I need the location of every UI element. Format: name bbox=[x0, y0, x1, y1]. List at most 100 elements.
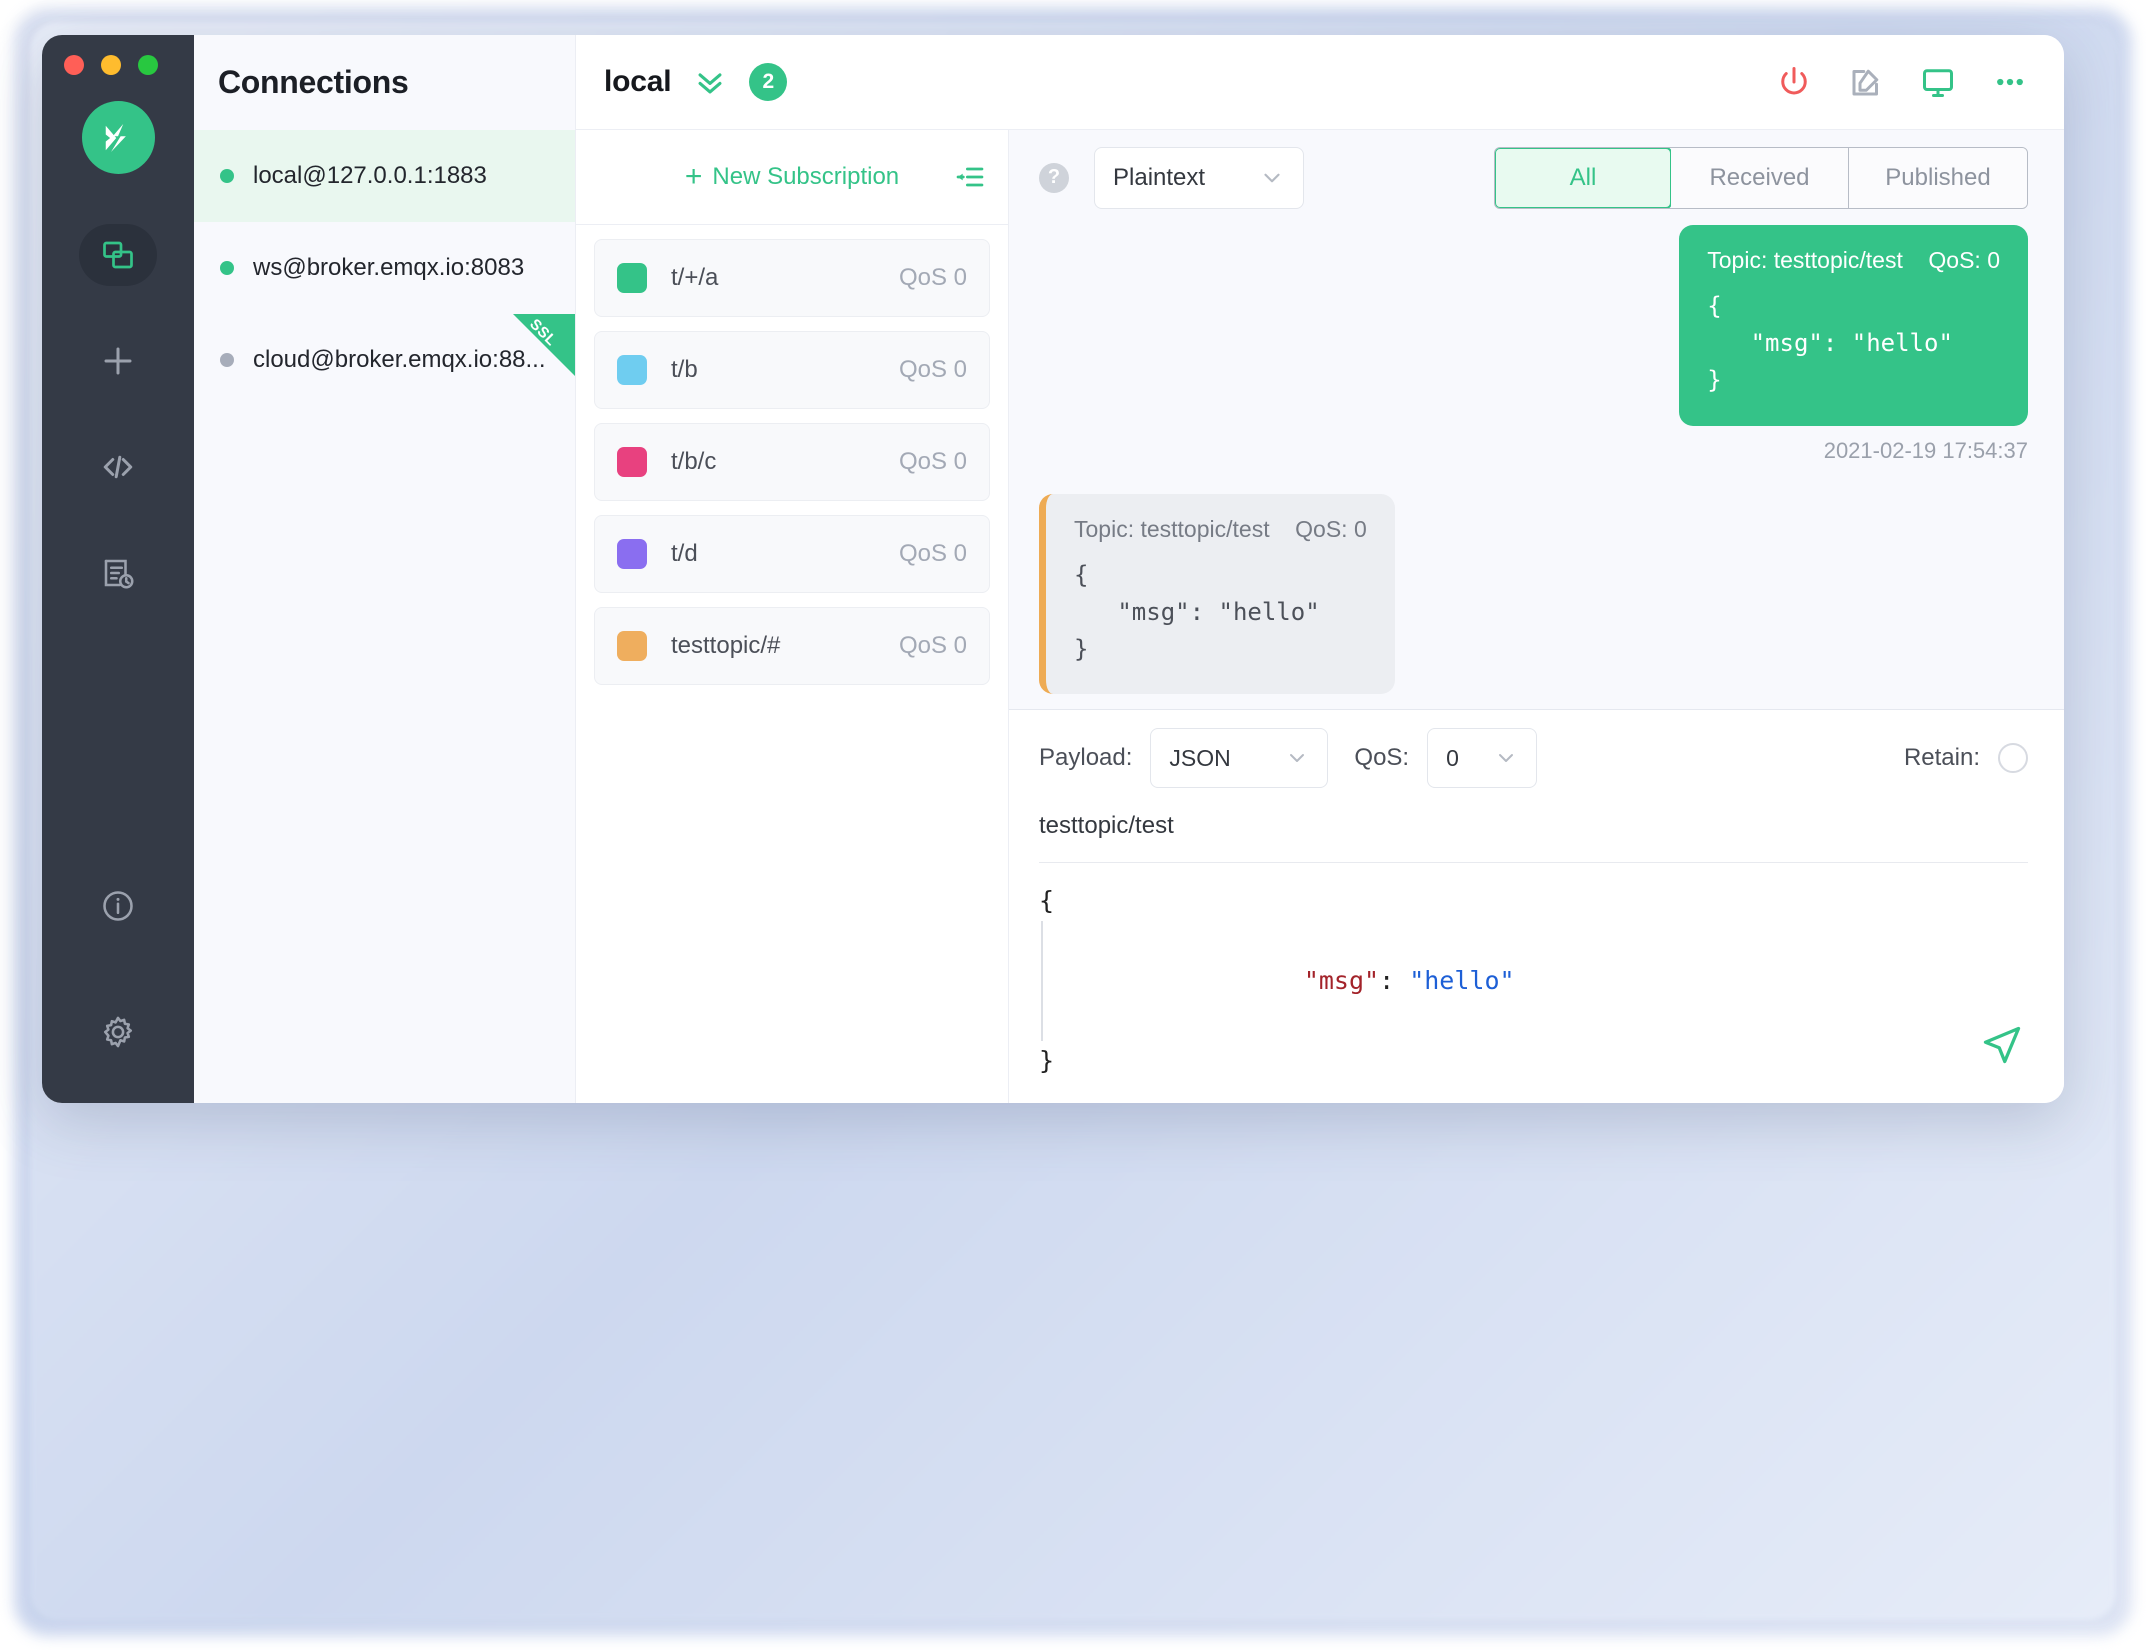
connections-panel: Connections local@127.0.0.1:1883 ws@brok… bbox=[194, 35, 576, 1103]
subscription-color-swatch bbox=[617, 539, 647, 569]
ssl-badge bbox=[513, 314, 575, 376]
message-payload: { "msg": "hello" } bbox=[1707, 292, 1953, 395]
subscription-item[interactable]: t/+/a QoS 0 bbox=[594, 239, 990, 317]
publish-topic-input[interactable]: testtopic/test bbox=[1039, 806, 2028, 863]
collapse-list-icon bbox=[956, 167, 984, 187]
messages-list[interactable]: Topic: testtopic/test QoS: 0 { "msg": "h… bbox=[1009, 225, 2064, 709]
monitor-button[interactable] bbox=[1920, 64, 1956, 100]
subscription-topic: t/b bbox=[671, 356, 698, 383]
connection-name: local@127.0.0.1:1883 bbox=[253, 162, 487, 189]
edit-connection-button[interactable] bbox=[1848, 64, 1884, 100]
messages-panel: ? Plaintext All Received Published Topic… bbox=[1009, 130, 2064, 1103]
connection-item-cloud[interactable]: cloud@broker.emqx.io:88... SSL bbox=[194, 314, 575, 406]
retain-control: Retain: bbox=[1904, 743, 2028, 773]
payload-format-select[interactable]: Plaintext bbox=[1094, 146, 1304, 209]
payload-format-value: Plaintext bbox=[1113, 163, 1206, 191]
app-sidebar-rail bbox=[42, 35, 194, 1103]
window-minimize-button[interactable] bbox=[101, 55, 121, 75]
subscription-item[interactable]: t/b/c QoS 0 bbox=[594, 423, 990, 501]
chevron-down-icon bbox=[1285, 746, 1309, 770]
publish-qos-value: 0 bbox=[1446, 744, 1459, 771]
subscription-item[interactable]: t/b QoS 0 bbox=[594, 331, 990, 409]
rail-item-new-connection[interactable] bbox=[79, 330, 157, 392]
rail-item-about[interactable] bbox=[79, 875, 157, 937]
connection-item-ws[interactable]: ws@broker.emqx.io:8083 bbox=[194, 222, 575, 314]
window-traffic-lights bbox=[64, 55, 158, 75]
ellipsis-icon bbox=[1997, 78, 2023, 86]
expand-connection-details-button[interactable] bbox=[693, 65, 727, 99]
connections-title: Connections bbox=[218, 64, 409, 100]
subscription-topic: t/+/a bbox=[671, 264, 719, 291]
message-count-badge: 2 bbox=[749, 63, 788, 101]
connection-name: cloud@broker.emqx.io:88... bbox=[253, 346, 546, 373]
chevron-double-down-icon bbox=[698, 73, 722, 94]
page-title: local bbox=[604, 65, 672, 98]
publish-payload-value: JSON bbox=[1169, 744, 1231, 771]
subscription-qos: QoS 0 bbox=[898, 264, 967, 291]
tab-received[interactable]: Received bbox=[1671, 147, 1849, 208]
retain-toggle[interactable] bbox=[1998, 743, 2028, 773]
disconnect-button[interactable] bbox=[1776, 64, 1812, 100]
json-colon: : bbox=[1379, 966, 1410, 995]
subscription-item[interactable]: testtopic/# QoS 0 bbox=[594, 607, 990, 685]
subscription-color-swatch bbox=[617, 355, 647, 385]
message-row-published: Topic: testtopic/test QoS: 0 { "msg": "h… bbox=[1039, 225, 2028, 464]
subscription-topic: t/d bbox=[671, 540, 698, 567]
subscription-topic: testtopic/# bbox=[671, 632, 781, 659]
message-payload: { "msg": "hello" } bbox=[1074, 560, 1320, 663]
subscription-qos: QoS 0 bbox=[898, 356, 967, 383]
info-icon bbox=[103, 891, 133, 921]
subscription-topic: t/b/c bbox=[671, 448, 717, 475]
publish-payload-select[interactable]: JSON bbox=[1150, 728, 1329, 788]
subscription-qos: QoS 0 bbox=[898, 448, 967, 475]
qos-label: QoS: bbox=[1354, 744, 1410, 771]
subscription-item[interactable]: t/d QoS 0 bbox=[594, 515, 990, 593]
editor-line-3: } bbox=[1039, 1046, 1055, 1075]
window-zoom-button[interactable] bbox=[138, 55, 158, 75]
app-window: Connections local@127.0.0.1:1883 ws@brok… bbox=[42, 35, 2064, 1103]
collapse-subscriptions-button[interactable] bbox=[954, 161, 986, 193]
connection-item-local[interactable]: local@127.0.0.1:1883 bbox=[194, 130, 575, 222]
tab-published[interactable]: Published bbox=[1849, 147, 2027, 208]
edit-icon bbox=[1852, 69, 1879, 96]
message-row-received: Topic: testtopic/test QoS: 0 { "msg": "h… bbox=[1039, 493, 2028, 709]
code-icon bbox=[103, 455, 133, 479]
rail-item-connections[interactable] bbox=[79, 224, 157, 286]
send-button[interactable] bbox=[1980, 1023, 2024, 1067]
help-icon[interactable]: ? bbox=[1039, 162, 1069, 193]
tab-all[interactable]: All bbox=[1495, 147, 1672, 208]
message-timestamp: 2021-02-19 17:54:37 bbox=[1823, 437, 2028, 463]
messages-toolbar: ? Plaintext All Received Published bbox=[1009, 130, 2064, 225]
new-subscription-label: New Subscription bbox=[712, 163, 900, 190]
subscription-qos: QoS 0 bbox=[898, 540, 967, 567]
editor-line-2: "msg": "hello" bbox=[1041, 921, 2028, 1041]
send-icon bbox=[1983, 1026, 2021, 1064]
rail-item-scripts[interactable] bbox=[79, 436, 157, 498]
connection-status-dot bbox=[220, 261, 234, 275]
publish-payload-editor[interactable]: { "msg": "hello" } bbox=[1039, 863, 2028, 1103]
subscription-qos: QoS 0 bbox=[898, 632, 967, 659]
chevron-down-icon bbox=[1494, 746, 1518, 770]
message-meta: Topic: testtopic/test QoS: 0 bbox=[1707, 247, 2000, 273]
emqx-logo bbox=[81, 101, 155, 174]
rail-item-logs[interactable] bbox=[79, 542, 157, 604]
chevron-down-icon bbox=[1259, 165, 1285, 191]
plus-icon: + bbox=[684, 160, 703, 193]
rail-item-settings[interactable] bbox=[79, 1001, 157, 1063]
log-icon bbox=[104, 559, 134, 589]
subscription-color-swatch bbox=[617, 447, 647, 477]
window-close-button[interactable] bbox=[64, 55, 84, 75]
topbar-actions bbox=[1776, 64, 2028, 100]
message-meta: Topic: testtopic/test QoS: 0 bbox=[1074, 515, 1367, 542]
new-subscription-button[interactable]: + New Subscription bbox=[685, 162, 899, 192]
payload-label: Payload: bbox=[1039, 744, 1133, 771]
message-bubble[interactable]: Topic: testtopic/test QoS: 0 { "msg": "h… bbox=[1679, 225, 2028, 426]
subscriptions-list: t/+/a QoS 0 t/b QoS 0 t/b/c QoS 0 t/d Qo… bbox=[576, 225, 1008, 713]
rail-item-list bbox=[79, 224, 157, 648]
publish-qos-select[interactable]: 0 bbox=[1427, 728, 1538, 788]
power-icon bbox=[1781, 67, 1807, 95]
more-options-button[interactable] bbox=[1992, 64, 2028, 100]
message-bubble[interactable]: Topic: testtopic/test QoS: 0 { "msg": "h… bbox=[1039, 493, 1395, 695]
connection-name: ws@broker.emqx.io:8083 bbox=[253, 254, 525, 281]
subscription-color-swatch bbox=[617, 263, 647, 293]
